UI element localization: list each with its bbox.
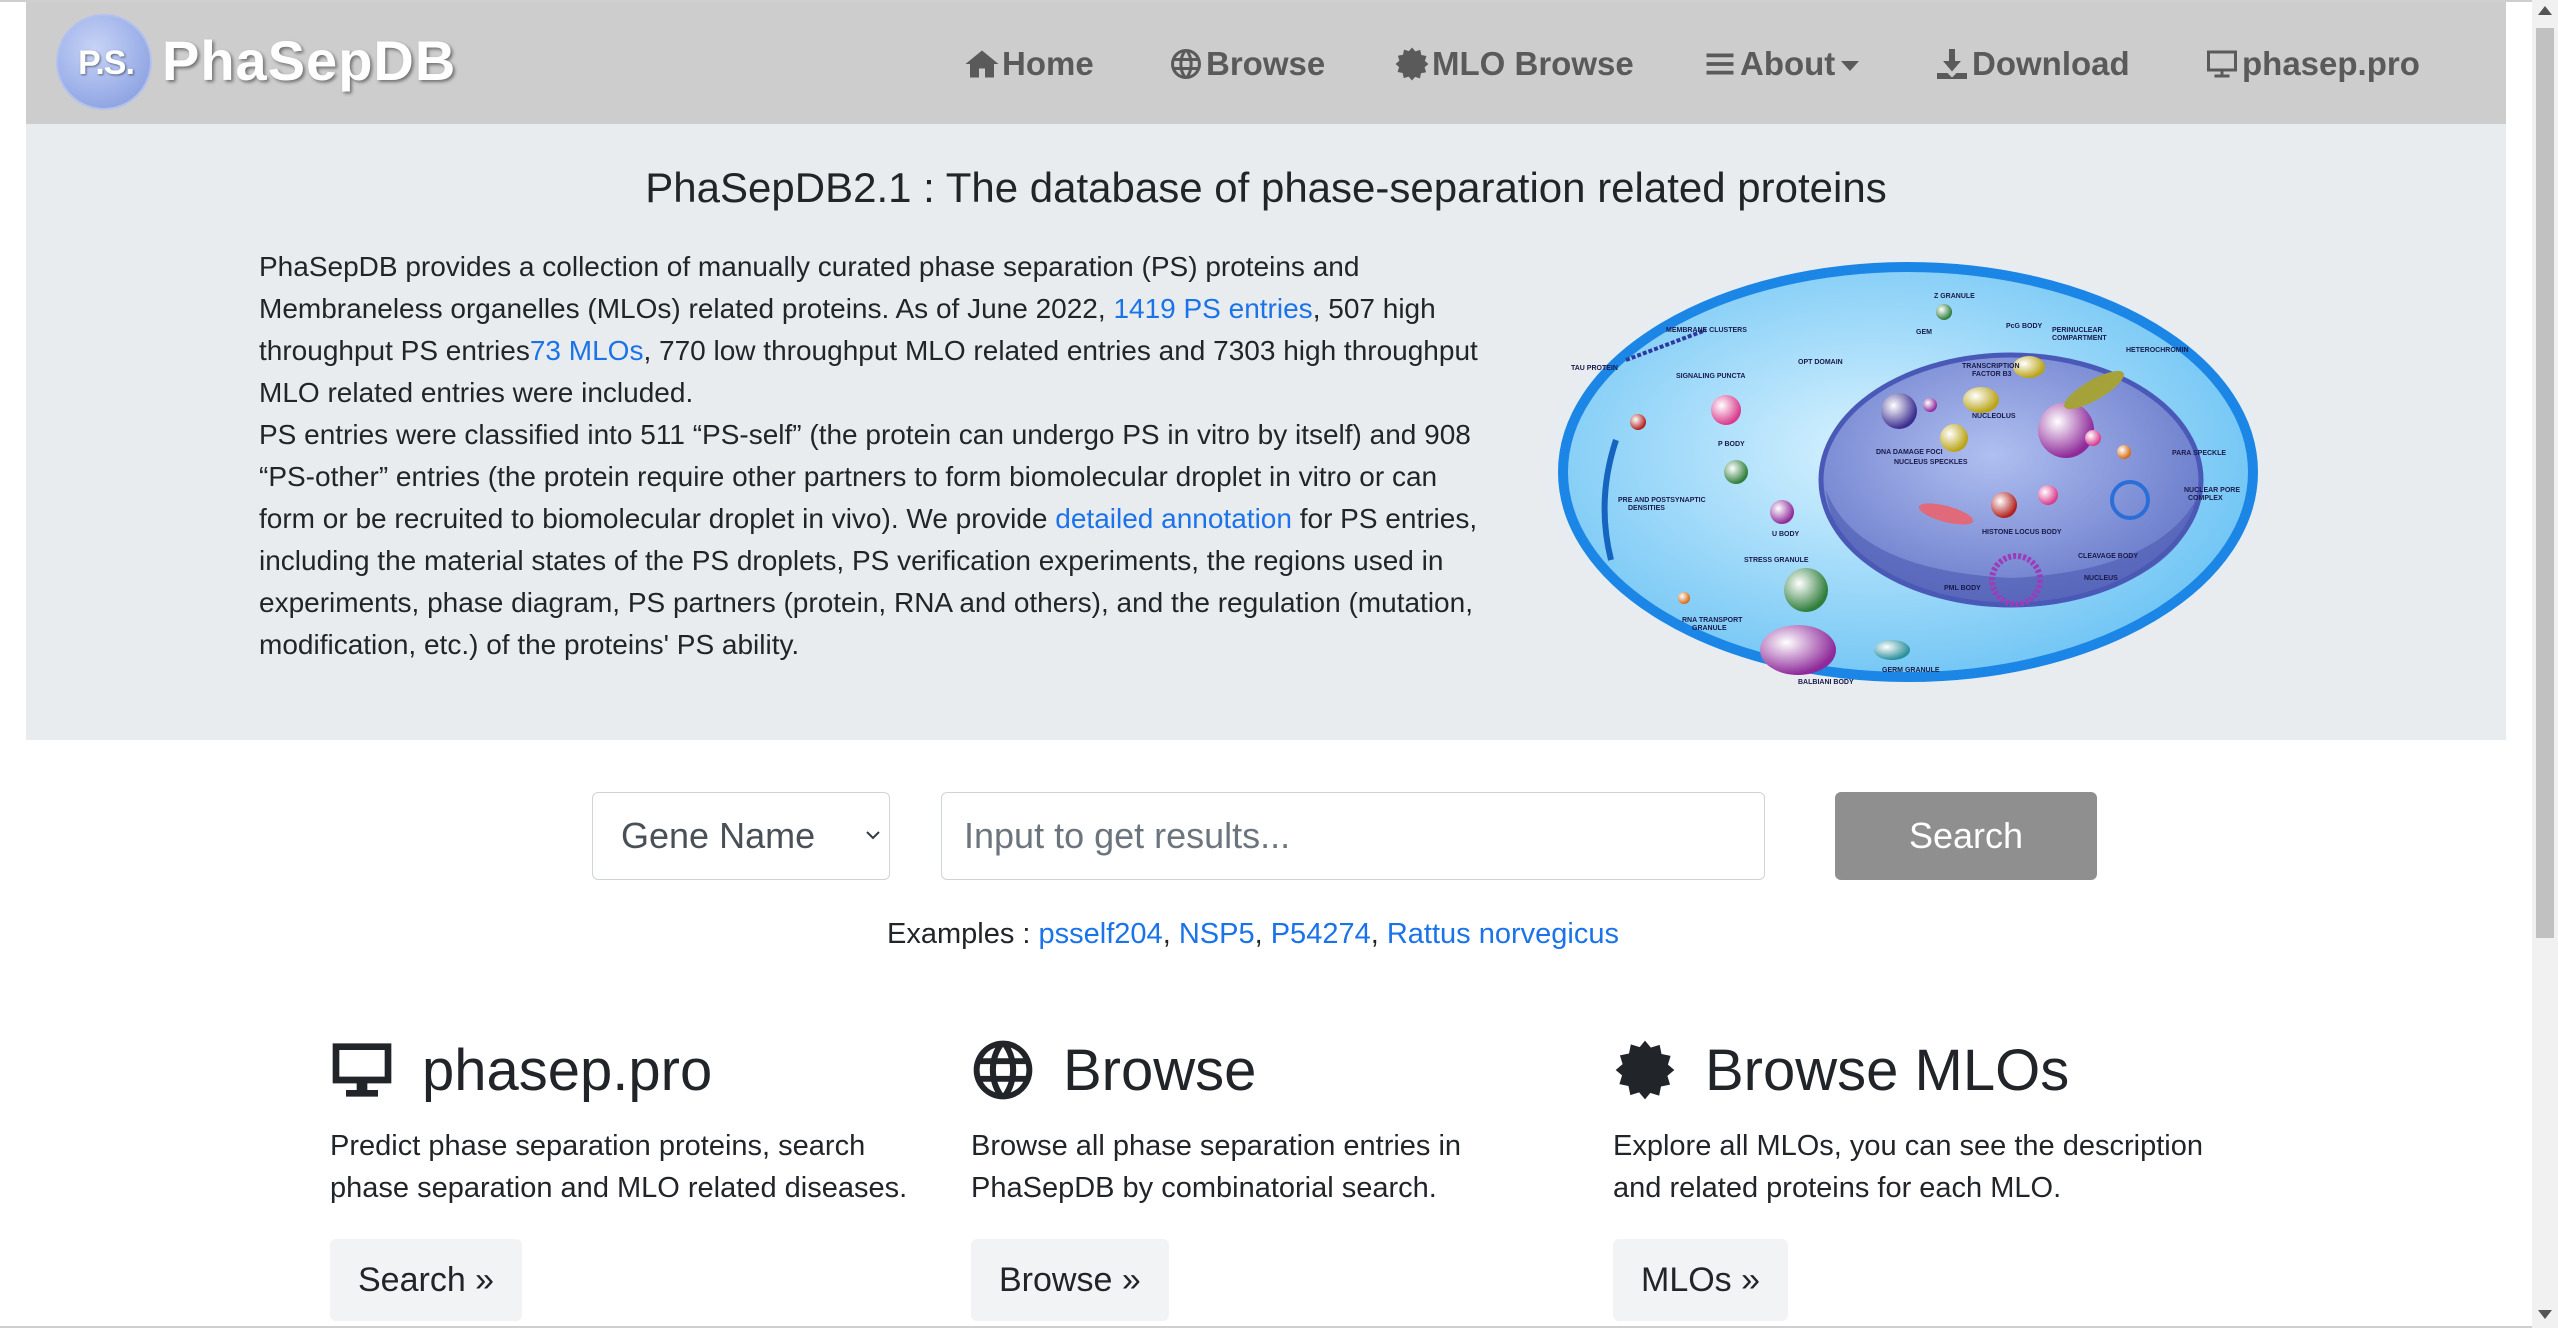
cell-label: PcG BODY <box>2006 323 2043 330</box>
cell-label: GERM GRANULE <box>1882 667 1940 674</box>
search-type-value: Gene Name <box>621 815 816 856</box>
cell-label: DNA DAMAGE FOCI <box>1876 449 1943 456</box>
example-link[interactable]: P54274 <box>1271 918 1371 950</box>
cell-label: NUCLEAR PORE <box>2184 487 2240 494</box>
logo-badge[interactable]: P.S. <box>56 14 152 110</box>
cell-label: BALBIANI BODY <box>1798 679 1854 686</box>
page: P.S. PhaSepDB Home Browse MLO Browse Abo… <box>0 0 2558 1328</box>
cell-label: PERINUCLEAR <box>2052 327 2103 334</box>
search-input[interactable] <box>941 792 1765 880</box>
nav-download-label: Download <box>1972 45 2130 82</box>
nav-download[interactable]: Download <box>1934 40 2130 88</box>
examples-row: Examples : psself204, NSP5, P54274, Ratt… <box>887 918 1619 950</box>
cell-label: PRE AND POSTSYNAPTIC <box>1618 497 1706 504</box>
cell-label: COMPLEX <box>2188 495 2223 502</box>
mlos-link[interactable]: 73 MLOs <box>530 335 644 366</box>
page-title: PhaSepDB2.1 : The database of phase-sepa… <box>645 164 1887 211</box>
cell-label: COMPARTMENT <box>2052 335 2107 342</box>
cell-label: CLEAVAGE BODY <box>2078 553 2138 560</box>
feature-description: Explore all MLOs, you can see the descri… <box>1613 1130 2203 1204</box>
globe-icon <box>1171 49 1201 79</box>
feature-title: Browse MLOs <box>1705 1037 2070 1103</box>
nav-browse-label: Browse <box>1206 45 1326 82</box>
feature-phasep: phasep.pro Predict phase separation prot… <box>330 1035 930 1321</box>
scrollbar-thumb[interactable] <box>2536 28 2554 938</box>
nav-mlo-browse-label: MLO Browse <box>1432 45 1634 82</box>
nav-home-label: Home <box>1002 45 1094 82</box>
cell-illustration: Z GRANULE MEMBRANE CLUSTERS GEM PcG BODY… <box>1521 245 2291 695</box>
feature-title: phasep.pro <box>422 1037 713 1103</box>
cell-label: TAU PROTEIN <box>1571 365 1618 372</box>
cell-label: SIGNALING PUNCTA <box>1676 373 1745 380</box>
logo-badge-text: P.S. <box>78 44 135 82</box>
cell-label: NUCLEOLUS <box>1972 413 2016 420</box>
scrollbar[interactable] <box>2532 0 2558 1328</box>
search-button[interactable]: Search <box>1835 792 2097 880</box>
cell-label: STRESS GRANULE <box>1744 557 1809 564</box>
example-link[interactable]: Rattus norvegicus <box>1387 918 1619 950</box>
cell-label: OPT DOMAIN <box>1798 359 1843 366</box>
nav-phasep[interactable]: phasep.pro <box>2204 40 2420 88</box>
caret-down-icon <box>1841 61 1860 71</box>
nav-home[interactable]: Home <box>964 40 1094 88</box>
chevron-down-icon <box>866 831 880 840</box>
feature-description: Predict phase separation proteins, searc… <box>330 1130 908 1204</box>
cell-label: NUCLEUS SPECKLES <box>1894 459 1968 466</box>
scroll-down-arrow-icon[interactable] <box>2538 1310 2552 1319</box>
cell-label: RNA TRANSPORT <box>1682 617 1743 624</box>
nav-browse[interactable]: Browse <box>1168 40 1325 88</box>
cell-label: PARA SPECKLE <box>2172 450 2226 457</box>
download-icon <box>1937 49 1967 79</box>
cell-label: TRANSCRIPTION <box>1962 363 2020 370</box>
cell-label: MEMBRANE CLUSTERS <box>1666 327 1747 334</box>
certificate-icon <box>1395 47 1429 81</box>
cell-label: P BODY <box>1718 441 1745 448</box>
nav-mlo-browse[interactable]: MLO Browse <box>1394 40 1634 88</box>
cell-label: Z GRANULE <box>1934 293 1975 300</box>
cell-label: GEM <box>1916 329 1932 336</box>
detailed-annotation-link[interactable]: detailed annotation <box>1055 503 1292 534</box>
feature-browse-mlos: Browse MLOs Explore all MLOs, you can se… <box>1613 1035 2213 1321</box>
monitor-icon <box>332 1043 392 1097</box>
feature-description: Browse all phase separation entries in P… <box>971 1130 1462 1204</box>
examples-label: Examples : <box>887 918 1031 950</box>
home-icon <box>965 50 999 78</box>
menu-icon <box>1706 53 1734 75</box>
nav-about[interactable]: About <box>1702 40 1860 88</box>
cell-label: U BODY <box>1772 531 1800 538</box>
hero-description: PhaSepDB provides a collection of manual… <box>259 246 1489 666</box>
cell-label: HETEROCHROMIN <box>2126 347 2189 354</box>
cell-label: GRANULE <box>1692 625 1727 632</box>
feature-title: Browse <box>1063 1037 1257 1103</box>
cell-label: FACTOR B3 <box>1972 371 2012 378</box>
feature-browse: Browse Browse all phase separation entri… <box>971 1035 1571 1321</box>
mlos-link-button[interactable]: MLOs » <box>1613 1239 1789 1321</box>
example-link[interactable]: NSP5 <box>1179 918 1255 950</box>
ps-entries-link[interactable]: 1419 PS entries <box>1113 293 1312 324</box>
example-link[interactable]: psself204 <box>1039 918 1163 950</box>
globe-icon <box>973 1040 1033 1100</box>
hero-section: PhaSepDB2.1 : The database of phase-sepa… <box>26 124 2506 740</box>
cell-label: NUCLEUS <box>2084 575 2118 582</box>
monitor-icon <box>2207 50 2237 78</box>
navbar: P.S. PhaSepDB Home Browse MLO Browse Abo… <box>26 2 2506 124</box>
nav-about-label: About <box>1740 45 1836 82</box>
search-type-select[interactable]: Gene Name <box>592 792 890 880</box>
scroll-up-arrow-icon[interactable] <box>2538 6 2552 15</box>
search-link-button[interactable]: Search » <box>330 1239 523 1321</box>
browse-link-button[interactable]: Browse » <box>971 1239 1169 1321</box>
cell-label: PML BODY <box>1944 585 1981 592</box>
certificate-icon <box>1615 1040 1675 1100</box>
cell-label: HISTONE LOCUS BODY <box>1982 529 2062 536</box>
nav-phasep-label: phasep.pro <box>2242 45 2420 82</box>
cell-label: DENSITIES <box>1628 505 1665 512</box>
logo-title[interactable]: PhaSepDB <box>162 28 456 93</box>
